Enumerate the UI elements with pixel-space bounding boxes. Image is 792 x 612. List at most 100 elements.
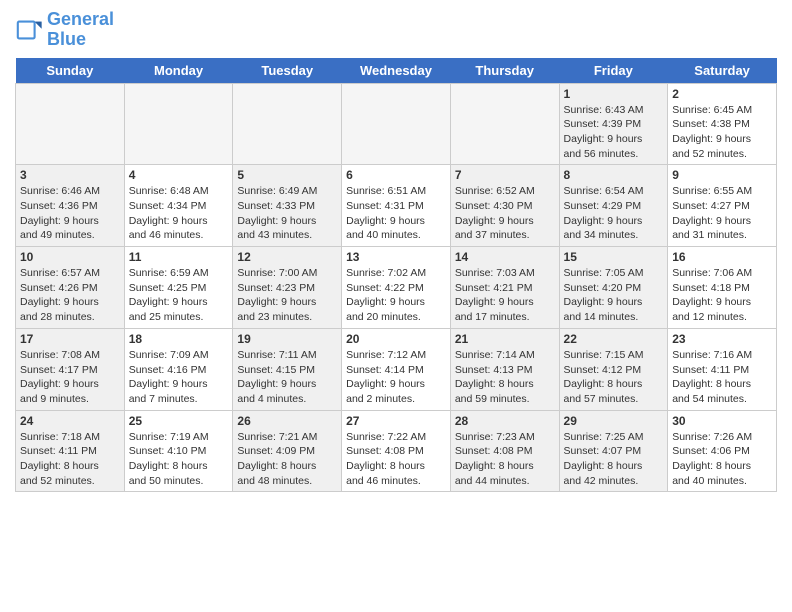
day-cell-1: 1 Sunrise: 6:43 AM Sunset: 4:39 PM Daylig…: [559, 83, 668, 165]
day-info: Sunrise: 6:52 AM Sunset: 4:30 PM Dayligh…: [455, 184, 555, 243]
logo-text: General Blue: [47, 10, 114, 50]
day-cell-24: 24 Sunrise: 7:18 AM Sunset: 4:11 PM Dayli…: [16, 410, 125, 492]
day-info: Sunrise: 7:06 AM Sunset: 4:18 PM Dayligh…: [672, 266, 772, 325]
day-info: Sunrise: 7:02 AM Sunset: 4:22 PM Dayligh…: [346, 266, 446, 325]
day-cell-29: 29 Sunrise: 7:25 AM Sunset: 4:07 PM Dayli…: [559, 410, 668, 492]
day-number: 28: [455, 414, 555, 428]
day-header-monday: Monday: [124, 58, 233, 84]
day-info: Sunrise: 6:46 AM Sunset: 4:36 PM Dayligh…: [20, 184, 120, 243]
calendar-table: SundayMondayTuesdayWednesdayThursdayFrid…: [15, 58, 777, 493]
main-container: General Blue SundayMondayTuesdayWednesda…: [0, 0, 792, 502]
day-number: 11: [129, 250, 229, 264]
day-number: 2: [672, 87, 772, 101]
day-info: Sunrise: 7:11 AM Sunset: 4:15 PM Dayligh…: [237, 348, 337, 407]
day-number: 8: [564, 168, 664, 182]
day-info: Sunrise: 6:57 AM Sunset: 4:26 PM Dayligh…: [20, 266, 120, 325]
day-number: 1: [564, 87, 664, 101]
calendar-body: 1 Sunrise: 6:43 AM Sunset: 4:39 PM Daylig…: [16, 83, 777, 492]
logo: General Blue: [15, 10, 114, 50]
day-info: Sunrise: 7:19 AM Sunset: 4:10 PM Dayligh…: [129, 430, 229, 489]
day-number: 9: [672, 168, 772, 182]
day-info: Sunrise: 7:15 AM Sunset: 4:12 PM Dayligh…: [564, 348, 664, 407]
day-cell-7: 7 Sunrise: 6:52 AM Sunset: 4:30 PM Daylig…: [450, 165, 559, 247]
day-number: 14: [455, 250, 555, 264]
logo-icon: [15, 16, 43, 44]
week-row-5: 24 Sunrise: 7:18 AM Sunset: 4:11 PM Dayli…: [16, 410, 777, 492]
day-number: 6: [346, 168, 446, 182]
day-info: Sunrise: 6:48 AM Sunset: 4:34 PM Dayligh…: [129, 184, 229, 243]
day-info: Sunrise: 6:54 AM Sunset: 4:29 PM Dayligh…: [564, 184, 664, 243]
empty-cell: [124, 83, 233, 165]
day-info: Sunrise: 7:09 AM Sunset: 4:16 PM Dayligh…: [129, 348, 229, 407]
day-number: 24: [20, 414, 120, 428]
day-cell-19: 19 Sunrise: 7:11 AM Sunset: 4:15 PM Dayli…: [233, 328, 342, 410]
day-number: 22: [564, 332, 664, 346]
week-row-3: 10 Sunrise: 6:57 AM Sunset: 4:26 PM Dayli…: [16, 247, 777, 329]
day-cell-17: 17 Sunrise: 7:08 AM Sunset: 4:17 PM Dayli…: [16, 328, 125, 410]
week-row-4: 17 Sunrise: 7:08 AM Sunset: 4:17 PM Dayli…: [16, 328, 777, 410]
day-cell-23: 23Sunrise: 7:16 AM Sunset: 4:11 PM Dayli…: [668, 328, 777, 410]
day-info: Sunrise: 6:51 AM Sunset: 4:31 PM Dayligh…: [346, 184, 446, 243]
day-cell-18: 18Sunrise: 7:09 AM Sunset: 4:16 PM Dayli…: [124, 328, 233, 410]
day-info: Sunrise: 7:03 AM Sunset: 4:21 PM Dayligh…: [455, 266, 555, 325]
day-cell-2: 2Sunrise: 6:45 AM Sunset: 4:38 PM Daylig…: [668, 83, 777, 165]
day-number: 30: [672, 414, 772, 428]
day-info: Sunrise: 7:26 AM Sunset: 4:06 PM Dayligh…: [672, 430, 772, 489]
day-info: Sunrise: 7:12 AM Sunset: 4:14 PM Dayligh…: [346, 348, 446, 407]
day-header-sunday: Sunday: [16, 58, 125, 84]
day-info: Sunrise: 7:22 AM Sunset: 4:08 PM Dayligh…: [346, 430, 446, 489]
day-number: 17: [20, 332, 120, 346]
day-number: 21: [455, 332, 555, 346]
day-info: Sunrise: 7:05 AM Sunset: 4:20 PM Dayligh…: [564, 266, 664, 325]
day-cell-28: 28 Sunrise: 7:23 AM Sunset: 4:08 PM Dayli…: [450, 410, 559, 492]
empty-cell: [342, 83, 451, 165]
day-cell-13: 13 Sunrise: 7:02 AM Sunset: 4:22 PM Dayli…: [342, 247, 451, 329]
day-info: Sunrise: 7:21 AM Sunset: 4:09 PM Dayligh…: [237, 430, 337, 489]
day-number: 10: [20, 250, 120, 264]
day-info: Sunrise: 6:55 AM Sunset: 4:27 PM Dayligh…: [672, 184, 772, 243]
day-number: 13: [346, 250, 446, 264]
day-header-wednesday: Wednesday: [342, 58, 451, 84]
day-header-tuesday: Tuesday: [233, 58, 342, 84]
day-number: 29: [564, 414, 664, 428]
day-info: Sunrise: 6:49 AM Sunset: 4:33 PM Dayligh…: [237, 184, 337, 243]
day-number: 16: [672, 250, 772, 264]
day-info: Sunrise: 7:18 AM Sunset: 4:11 PM Dayligh…: [20, 430, 120, 489]
day-number: 23: [672, 332, 772, 346]
day-number: 20: [346, 332, 446, 346]
day-number: 27: [346, 414, 446, 428]
day-info: Sunrise: 6:43 AM Sunset: 4:39 PM Dayligh…: [564, 103, 664, 162]
day-number: 12: [237, 250, 337, 264]
day-info: Sunrise: 7:08 AM Sunset: 4:17 PM Dayligh…: [20, 348, 120, 407]
day-info: Sunrise: 7:14 AM Sunset: 4:13 PM Dayligh…: [455, 348, 555, 407]
day-info: Sunrise: 6:59 AM Sunset: 4:25 PM Dayligh…: [129, 266, 229, 325]
day-cell-3: 3Sunrise: 6:46 AM Sunset: 4:36 PM Daylig…: [16, 165, 125, 247]
calendar-header-row: SundayMondayTuesdayWednesdayThursdayFrid…: [16, 58, 777, 84]
day-number: 25: [129, 414, 229, 428]
day-cell-11: 11 Sunrise: 6:59 AM Sunset: 4:25 PM Dayli…: [124, 247, 233, 329]
day-number: 19: [237, 332, 337, 346]
empty-cell: [16, 83, 125, 165]
day-cell-8: 8 Sunrise: 6:54 AM Sunset: 4:29 PM Daylig…: [559, 165, 668, 247]
day-number: 26: [237, 414, 337, 428]
day-cell-27: 27 Sunrise: 7:22 AM Sunset: 4:08 PM Dayli…: [342, 410, 451, 492]
day-cell-16: 16 Sunrise: 7:06 AM Sunset: 4:18 PM Dayli…: [668, 247, 777, 329]
week-row-1: 1 Sunrise: 6:43 AM Sunset: 4:39 PM Daylig…: [16, 83, 777, 165]
day-header-thursday: Thursday: [450, 58, 559, 84]
day-cell-4: 4 Sunrise: 6:48 AM Sunset: 4:34 PM Daylig…: [124, 165, 233, 247]
day-cell-22: 22 Sunrise: 7:15 AM Sunset: 4:12 PM Dayli…: [559, 328, 668, 410]
day-info: Sunrise: 7:23 AM Sunset: 4:08 PM Dayligh…: [455, 430, 555, 489]
day-number: 7: [455, 168, 555, 182]
day-cell-6: 6 Sunrise: 6:51 AM Sunset: 4:31 PM Daylig…: [342, 165, 451, 247]
day-cell-25: 25 Sunrise: 7:19 AM Sunset: 4:10 PM Dayli…: [124, 410, 233, 492]
day-cell-14: 14 Sunrise: 7:03 AM Sunset: 4:21 PM Dayli…: [450, 247, 559, 329]
day-header-friday: Friday: [559, 58, 668, 84]
day-cell-21: 21 Sunrise: 7:14 AM Sunset: 4:13 PM Dayli…: [450, 328, 559, 410]
day-header-saturday: Saturday: [668, 58, 777, 84]
day-number: 15: [564, 250, 664, 264]
day-number: 4: [129, 168, 229, 182]
day-info: Sunrise: 7:00 AM Sunset: 4:23 PM Dayligh…: [237, 266, 337, 325]
day-cell-5: 5Sunrise: 6:49 AM Sunset: 4:33 PM Daylig…: [233, 165, 342, 247]
day-cell-12: 12 Sunrise: 7:00 AM Sunset: 4:23 PM Dayli…: [233, 247, 342, 329]
day-info: Sunrise: 7:25 AM Sunset: 4:07 PM Dayligh…: [564, 430, 664, 489]
